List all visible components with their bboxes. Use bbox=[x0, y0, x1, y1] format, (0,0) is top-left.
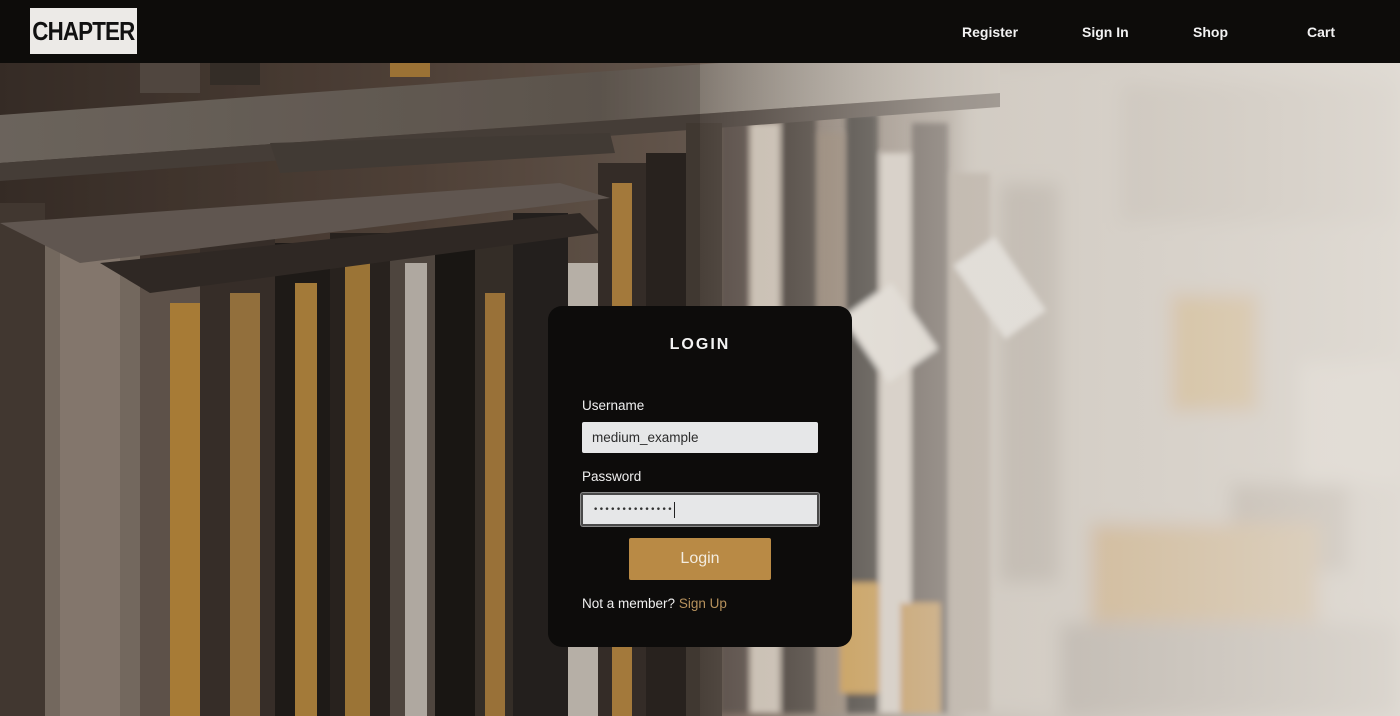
nav-cart-link[interactable]: Cart bbox=[1307, 24, 1335, 40]
password-label: Password bbox=[582, 469, 642, 484]
brand-logo[interactable]: CHAPTER bbox=[30, 8, 137, 54]
login-submit-button[interactable]: Login bbox=[629, 538, 771, 580]
nav-register-link[interactable]: Register bbox=[962, 24, 1018, 40]
login-page: CHAPTER Register Sign In Shop Cart LOGIN… bbox=[0, 0, 1400, 716]
text-cursor bbox=[673, 501, 675, 518]
username-value: medium_example bbox=[592, 430, 699, 445]
top-navbar: CHAPTER Register Sign In Shop Cart bbox=[0, 0, 1400, 63]
brand-logo-text: CHAPTER bbox=[32, 15, 135, 46]
password-input[interactable]: •••••••••••••• bbox=[581, 493, 819, 526]
sign-up-link[interactable]: Sign Up bbox=[679, 596, 727, 611]
nav-sign-in-link[interactable]: Sign In bbox=[1082, 24, 1129, 40]
signup-prompt: Not a member? Sign Up bbox=[582, 596, 727, 611]
member-prompt-text: Not a member? bbox=[582, 596, 676, 611]
nav-shop-link[interactable]: Shop bbox=[1193, 24, 1228, 40]
username-input[interactable]: medium_example bbox=[582, 422, 818, 453]
login-title: LOGIN bbox=[669, 336, 731, 353]
login-card: LOGIN Username medium_example Password •… bbox=[548, 306, 852, 647]
password-value: •••••••••••••• bbox=[593, 504, 673, 515]
username-label: Username bbox=[582, 398, 645, 413]
